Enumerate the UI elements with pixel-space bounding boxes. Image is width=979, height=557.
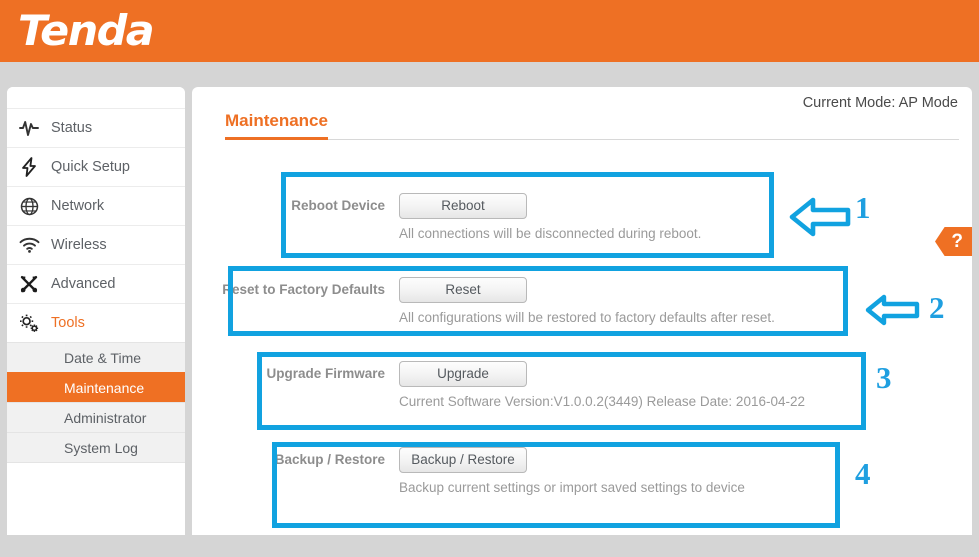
row-backup-restore: Backup / Restore Backup / Restore Backup…: [252, 447, 745, 495]
backup-restore-button[interactable]: Backup / Restore: [399, 447, 527, 473]
page-title-container: Maintenance: [225, 111, 955, 140]
title-divider: [225, 139, 959, 140]
sidebar-subitem-label: Date & Time: [64, 350, 141, 366]
sidebar: Status Quick Setup Network: [7, 87, 185, 535]
sidebar-item-wireless[interactable]: Wireless: [7, 225, 185, 264]
sidebar-top-spacer: [7, 87, 185, 108]
row-description: All connections will be disconnected dur…: [399, 226, 701, 241]
row-label: Reset to Factory Defaults: [202, 277, 385, 303]
row-body: Backup / Restore Backup current settings…: [399, 447, 745, 495]
app-header: Tenda: [0, 0, 979, 62]
sidebar-subitem-maintenance[interactable]: Maintenance: [7, 372, 185, 402]
reboot-button[interactable]: Reboot: [399, 193, 527, 219]
sidebar-item-label: Quick Setup: [51, 159, 130, 175]
reset-button[interactable]: Reset: [399, 277, 527, 303]
sidebar-item-label: Wireless: [51, 237, 107, 253]
sidebar-subitem-administrator[interactable]: Administrator: [7, 402, 185, 432]
sidebar-item-label: Network: [51, 198, 104, 214]
row-body: Reboot All connections will be disconnec…: [399, 193, 701, 241]
row-description: Backup current settings or import saved …: [399, 480, 745, 495]
row-label: Upgrade Firmware: [247, 361, 385, 387]
current-mode-label: Current Mode: AP Mode: [803, 95, 958, 111]
globe-icon: [7, 197, 51, 216]
sidebar-item-advanced[interactable]: Advanced: [7, 264, 185, 303]
row-label: Backup / Restore: [252, 447, 385, 473]
help-tab-button[interactable]: ?: [935, 227, 972, 256]
row-label: Reboot Device: [247, 193, 385, 219]
page-root: Tenda Status Quick Setup: [0, 0, 979, 557]
row-reset-factory-defaults: Reset to Factory Defaults Reset All conf…: [202, 277, 775, 325]
tenda-logo: Tenda: [18, 5, 153, 57]
page-title: Maintenance: [225, 111, 328, 140]
gears-icon: [7, 313, 51, 333]
upgrade-button[interactable]: Upgrade: [399, 361, 527, 387]
row-description: Current Software Version:V1.0.0.2(3449) …: [399, 394, 805, 409]
sidebar-item-label: Status: [51, 120, 92, 136]
row-reboot-device: Reboot Device Reboot All connections wil…: [247, 193, 701, 241]
sidebar-item-label: Tools: [51, 315, 85, 331]
sidebar-subitem-label: System Log: [64, 440, 138, 456]
content-panel: Current Mode: AP Mode Maintenance Reboot…: [192, 87, 972, 535]
wifi-icon: [7, 237, 51, 253]
row-upgrade-firmware: Upgrade Firmware Upgrade Current Softwar…: [247, 361, 805, 409]
wrench-screwdriver-icon: [7, 274, 51, 294]
sidebar-subitem-date-time[interactable]: Date & Time: [7, 342, 185, 372]
activity-pulse-icon: [7, 119, 51, 137]
question-mark-icon: ?: [951, 231, 963, 253]
sidebar-subitem-system-log[interactable]: System Log: [7, 432, 185, 462]
sidebar-subitem-label: Administrator: [64, 410, 146, 426]
sidebar-item-network[interactable]: Network: [7, 186, 185, 225]
sidebar-item-label: Advanced: [51, 276, 116, 292]
row-description: All configurations will be restored to f…: [399, 310, 775, 325]
row-body: Reset All configurations will be restore…: [399, 277, 775, 325]
lightning-bolt-icon: [7, 157, 51, 177]
sidebar-submenu-tools: Date & Time Maintenance Administrator Sy…: [7, 342, 185, 462]
sidebar-item-quick-setup[interactable]: Quick Setup: [7, 147, 185, 186]
sidebar-item-tools[interactable]: Tools: [7, 303, 185, 342]
sidebar-bottom-spacer: [7, 462, 185, 496]
sidebar-item-status[interactable]: Status: [7, 108, 185, 147]
sidebar-subitem-label: Maintenance: [64, 380, 144, 396]
row-body: Upgrade Current Software Version:V1.0.0.…: [399, 361, 805, 409]
